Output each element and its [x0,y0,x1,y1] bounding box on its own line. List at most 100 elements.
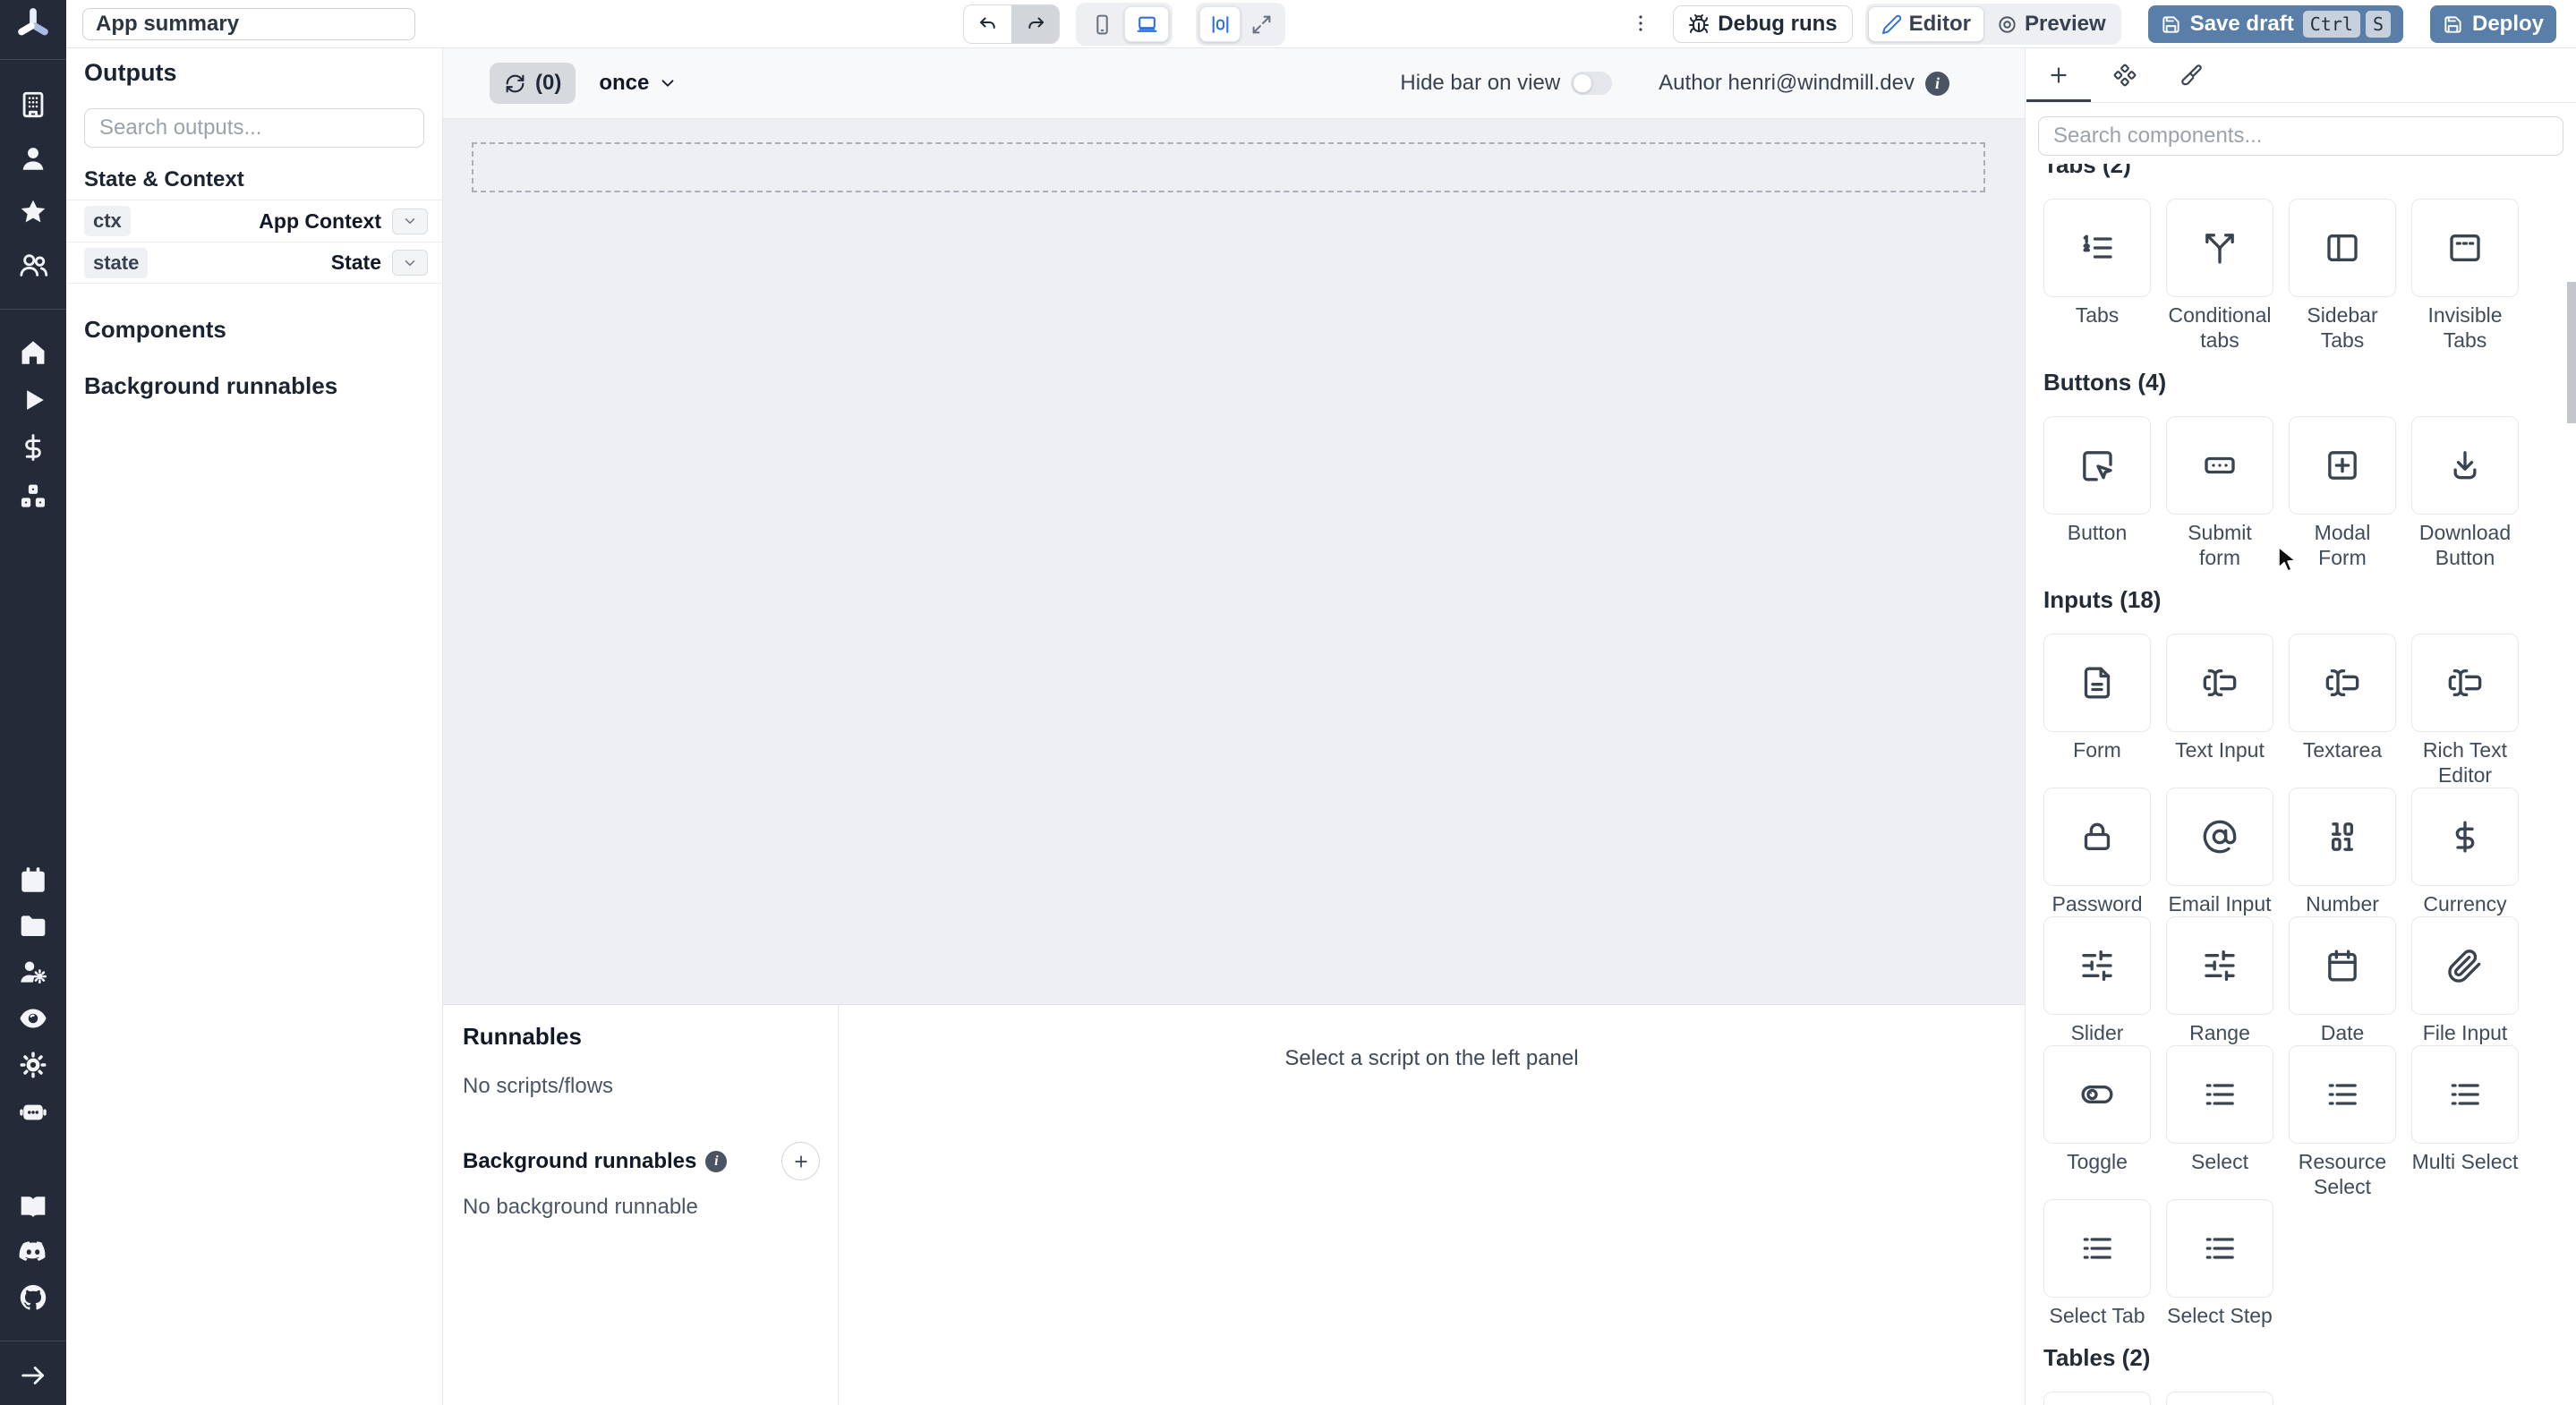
component-item: Multi Select [2411,1045,2519,1199]
users-icon[interactable] [18,250,48,280]
background-runnables-section-title: Background runnables [84,372,338,399]
building-icon[interactable] [18,89,48,120]
github-icon[interactable] [18,1282,48,1313]
frequency-dropdown[interactable]: once [599,71,678,96]
chevron-down-icon [402,213,418,229]
component-card-textarea[interactable] [2289,634,2396,732]
component-card-conditional-tabs[interactable] [2166,199,2273,297]
app-canvas[interactable] [443,119,2025,1004]
component-card-form[interactable] [2043,634,2151,732]
output-row-state[interactable]: state State [66,242,442,284]
component-card-resource-select[interactable] [2289,1045,2396,1144]
component-card-invisible-tabs[interactable] [2411,199,2519,297]
mobile-view-button[interactable] [1079,6,1124,42]
hide-bar-toggle[interactable] [1571,72,1613,95]
redo-button[interactable] [1011,5,1059,43]
component-card-select-step[interactable] [2166,1199,2273,1298]
fullscreen-button[interactable] [1241,6,1282,42]
component-card-sidebar-tabs[interactable] [2289,199,2396,297]
save-draft-button[interactable]: Save draft Ctrl S [2147,5,2403,43]
folder-icon[interactable] [18,911,48,941]
component-card-slider[interactable] [2043,916,2151,1015]
component-card-tabs[interactable] [2043,199,2151,297]
expand-row-button[interactable] [392,208,428,234]
component-card-download-button[interactable] [2411,416,2519,515]
component-item: Toggle [2043,1045,2151,1199]
book-icon[interactable] [18,1191,48,1222]
recompute-button[interactable]: (0) [490,63,576,104]
component-card-select-tab[interactable] [2043,1199,2151,1298]
deploy-button[interactable]: Deploy [2429,5,2556,43]
center-canvas-button[interactable] [1199,6,1241,42]
tab-preview[interactable]: Preview [1984,6,2119,42]
expand-row-button[interactable] [392,250,428,276]
plus-icon [2047,64,2070,87]
component-card-select[interactable] [2166,1045,2273,1144]
component-card-multi-select[interactable] [2411,1045,2519,1144]
components-section-title: Components [84,316,226,343]
atsign-icon [2202,819,2238,855]
component-item [2043,1392,2151,1405]
component-item: Select Tab [2043,1199,2151,1328]
usercog-icon[interactable] [18,957,48,987]
tab-settings-component[interactable] [2092,48,2158,102]
tab-editor[interactable]: Editor [1867,6,1984,42]
component-card-button[interactable] [2043,416,2151,515]
info-icon[interactable]: i [705,1150,728,1172]
boxes-icon[interactable] [18,481,48,512]
undo-button[interactable] [964,5,1011,43]
component-card-password[interactable] [2043,788,2151,886]
components-search-input[interactable] [2038,116,2563,156]
dollar-icon[interactable] [18,432,48,463]
component-card-modal-form[interactable] [2289,416,2396,515]
component-card-number[interactable] [2289,788,2396,886]
component-drop-zone[interactable] [472,142,1985,192]
refresh-icon [504,72,526,95]
debug-runs-button[interactable]: Debug runs [1673,5,1853,43]
calendar-icon[interactable] [18,865,48,896]
add-background-runnable-button[interactable] [781,1142,820,1180]
component-card-toggle[interactable] [2043,1045,2151,1144]
toggle-knob [1573,73,1593,93]
tab-insert-component[interactable] [2026,48,2092,102]
discord-icon[interactable] [18,1236,48,1266]
component-item: Select Step [2166,1199,2273,1328]
component-card-text-input[interactable] [2166,634,2273,732]
info-icon[interactable]: i [1925,71,1949,96]
windmill-logo-icon[interactable] [14,6,52,44]
app-summary-input[interactable] [82,8,415,40]
component-card-rich-text-editor[interactable] [2411,634,2519,732]
component-card-table[interactable] [2166,1392,2273,1405]
star-icon[interactable] [18,197,48,227]
component-card-submit-form[interactable] [2166,416,2273,515]
canvas-topbar: (0) once Hide bar on view Author henri@w… [443,48,2025,119]
component-card-table[interactable] [2043,1392,2151,1405]
component-card-currency[interactable] [2411,788,2519,886]
listordered-icon [2079,230,2115,266]
component-card-date[interactable] [2289,916,2396,1015]
tab-theme[interactable] [2158,48,2224,102]
gear-icon[interactable] [18,1050,48,1080]
arrowright-icon[interactable] [18,1360,48,1391]
scrollbar-thumb[interactable] [2567,282,2576,423]
component-card-file-input[interactable] [2411,916,2519,1015]
editor-label: Editor [1908,12,1971,36]
split-icon [2202,230,2238,266]
component-label: Number [2306,892,2379,915]
user-icon[interactable] [18,143,48,174]
eye-icon[interactable] [18,1003,48,1034]
bot-icon[interactable] [18,1096,48,1127]
desktop-view-button[interactable] [1124,6,1169,42]
more-menu-button[interactable] [1628,6,1653,42]
align-center-icon [1209,13,1232,36]
home-icon[interactable] [18,337,48,368]
outputs-search-input[interactable] [84,108,424,148]
outputs-panel: Outputs State & Context ctx App Context st… [66,48,443,1405]
play-icon[interactable] [18,385,48,415]
component-card-email-input[interactable] [2166,788,2273,886]
component-diamonds-icon [2113,64,2137,87]
component-label: File Input [2422,1021,2508,1044]
recompute-count: (0) [535,71,562,95]
output-row-ctx[interactable]: ctx App Context [66,200,442,242]
component-card-range[interactable] [2166,916,2273,1015]
